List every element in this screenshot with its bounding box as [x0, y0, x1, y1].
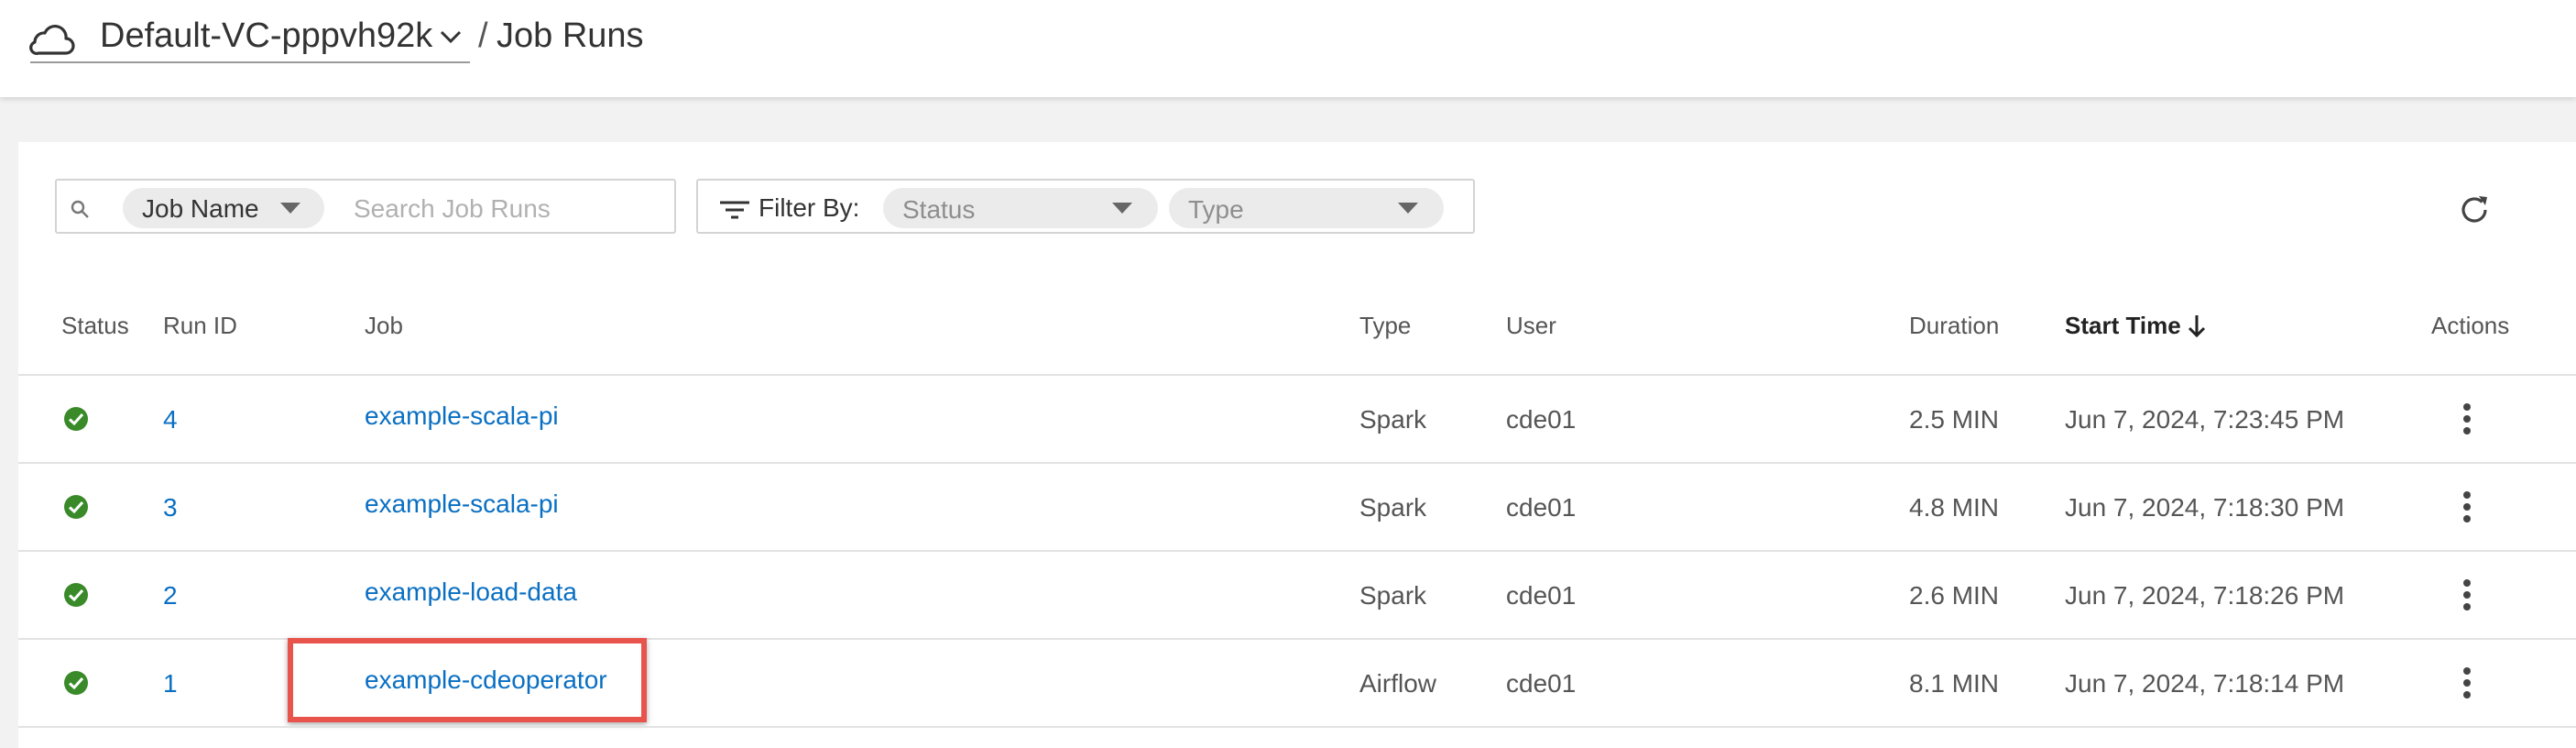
- job-name-link[interactable]: example-scala-pi: [365, 402, 559, 431]
- run-id-link[interactable]: 2: [163, 581, 178, 610]
- search-bar: Job Name Search Job Runs: [55, 179, 676, 234]
- table-row: 2 example-load-data Spark cde01 2.6 MIN …: [18, 552, 2576, 638]
- status-filter-dropdown[interactable]: Status: [883, 188, 1158, 228]
- column-header-duration[interactable]: Duration: [1909, 312, 1999, 340]
- column-header-user[interactable]: User: [1506, 312, 1556, 340]
- job-user: cde01: [1506, 581, 1577, 610]
- caret-down-icon: [1112, 203, 1132, 214]
- job-type: Spark: [1359, 493, 1427, 522]
- job-duration: 2.6 MIN: [1909, 581, 2000, 610]
- job-duration: 8.1 MIN: [1909, 669, 2000, 698]
- table-row: 1 example-cdeoperator Airflow cde01 8.1 …: [18, 638, 2576, 726]
- virtual-cluster-select[interactable]: Default-VC-pppvh92k: [30, 9, 470, 63]
- run-id-link[interactable]: 3: [163, 493, 178, 522]
- filter-icon: [720, 201, 749, 219]
- top-bar: Default-VC-pppvh92k / Job Runs: [0, 0, 2576, 97]
- search-input[interactable]: Search Job Runs: [354, 194, 551, 224]
- filter-bar: Filter By: Status Type: [696, 179, 1475, 234]
- status-filter-placeholder: Status: [902, 195, 976, 224]
- job-start-time: Jun 7, 2024, 7:18:14 PM: [2065, 669, 2345, 698]
- table-row: 3 example-scala-pi Spark cde01 4.8 MIN J…: [18, 464, 2576, 550]
- job-user: cde01: [1506, 405, 1577, 434]
- kebab-menu-icon[interactable]: [2461, 403, 2473, 438]
- breadcrumb-separator: /: [478, 16, 488, 55]
- job-name-link[interactable]: example-scala-pi: [365, 490, 559, 519]
- column-header-run-id[interactable]: Run ID: [163, 312, 237, 340]
- column-header-job[interactable]: Job: [365, 312, 403, 340]
- job-start-time: Jun 7, 2024, 7:18:26 PM: [2065, 581, 2345, 610]
- check-circle-icon: [64, 583, 88, 607]
- kebab-menu-icon[interactable]: [2461, 579, 2473, 614]
- kebab-menu-icon[interactable]: [2461, 667, 2473, 702]
- search-field-label: Job Name: [142, 194, 259, 223]
- job-user: cde01: [1506, 493, 1577, 522]
- page-title: Job Runs: [497, 16, 644, 55]
- job-duration: 2.5 MIN: [1909, 405, 2000, 434]
- run-id-link[interactable]: 1: [163, 669, 178, 698]
- check-circle-icon: [64, 495, 88, 519]
- type-filter-dropdown[interactable]: Type: [1169, 188, 1444, 228]
- job-duration: 4.8 MIN: [1909, 493, 2000, 522]
- check-circle-icon: [64, 671, 88, 695]
- refresh-icon[interactable]: [2457, 192, 2492, 227]
- job-runs-card: Job Name Search Job Runs Filter By: Stat…: [18, 142, 2576, 748]
- job-type: Spark: [1359, 581, 1427, 610]
- column-header-start-time[interactable]: Start Time: [2065, 312, 2181, 340]
- caret-down-icon: [280, 203, 300, 214]
- caret-down-icon: [1398, 203, 1418, 214]
- job-start-time: Jun 7, 2024, 7:23:45 PM: [2065, 405, 2345, 434]
- job-user: cde01: [1506, 669, 1577, 698]
- column-header-actions: Actions: [2431, 312, 2510, 339]
- column-header-status[interactable]: Status: [61, 312, 129, 340]
- filter-label: Filter By:: [759, 193, 860, 222]
- virtual-cluster-name: Default-VC-pppvh92k: [100, 16, 433, 55]
- column-header-type[interactable]: Type: [1359, 312, 1411, 340]
- search-field-dropdown[interactable]: Job Name: [123, 188, 324, 228]
- search-icon: [71, 200, 89, 218]
- type-filter-placeholder: Type: [1188, 195, 1244, 224]
- chevron-down-icon: [440, 30, 462, 44]
- job-type: Spark: [1359, 405, 1427, 434]
- job-type: Airflow: [1359, 669, 1437, 698]
- job-name-link[interactable]: example-cdeoperator: [365, 666, 607, 695]
- check-circle-icon: [64, 407, 88, 431]
- job-name-link[interactable]: example-load-data: [365, 578, 577, 607]
- table-row: 4 example-scala-pi Spark cde01 2.5 MIN J…: [18, 376, 2576, 462]
- kebab-menu-icon[interactable]: [2461, 491, 2473, 526]
- run-id-link[interactable]: 4: [163, 405, 178, 434]
- table-divider: [18, 726, 2576, 728]
- job-start-time: Jun 7, 2024, 7:18:30 PM: [2065, 493, 2345, 522]
- arrow-down-icon[interactable]: [2186, 312, 2208, 339]
